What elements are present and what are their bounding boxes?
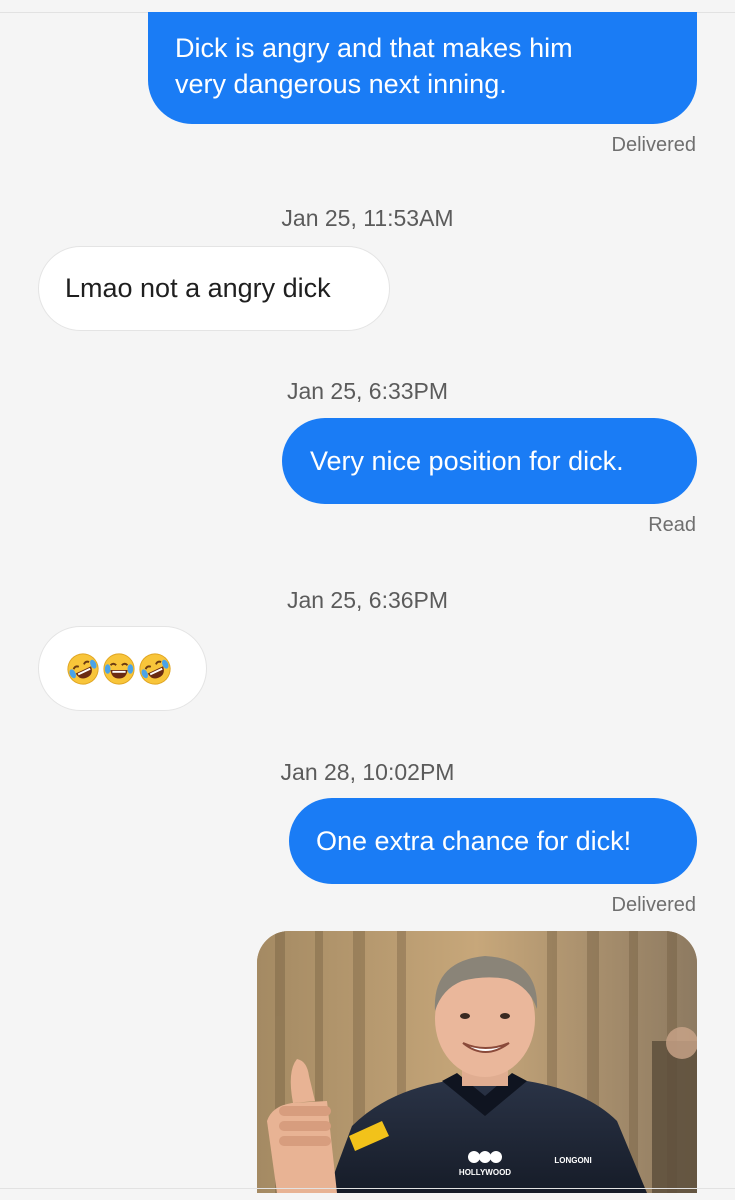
message-text-line: very dangerous next inning.: [175, 69, 507, 99]
message-timestamp: Jan 25, 6:33PM: [286, 378, 449, 404]
read-status: Read: [648, 514, 696, 536]
tears-of-joy-emoji: [103, 652, 135, 685]
rolling-on-floor-laughing-emoji: [139, 652, 171, 685]
delivery-status: Delivered: [611, 134, 696, 156]
outgoing-message-bubble[interactable]: Very nice position for dick.: [282, 418, 697, 504]
outgoing-message-bubble[interactable]: Dick is angry and that makes him very da…: [148, 12, 697, 124]
message-text-line: Dick is angry and that makes him: [175, 33, 573, 63]
message-timestamp: Jan 28, 10:02PM: [280, 759, 455, 785]
photo-message[interactable]: HOLLYWOOD LONGONI: [257, 931, 697, 1193]
message-timestamp: Jan 25, 6:36PM: [286, 587, 449, 613]
incoming-emoji-bubble[interactable]: [38, 626, 207, 711]
rolling-on-floor-laughing-emoji: [67, 652, 99, 685]
message-text: Very nice position for dick.: [310, 446, 624, 476]
shirt-logo-right: LONGONI: [554, 1156, 591, 1165]
message-timestamp: Jan 25, 11:53AM: [281, 205, 454, 231]
outgoing-message-bubble[interactable]: One extra chance for dick!: [289, 798, 697, 884]
message-text: Lmao not a angry dick: [65, 273, 331, 303]
photo-image: HOLLYWOOD LONGONI: [257, 931, 697, 1193]
emoji-row: [66, 627, 206, 710]
bottom-divider: [0, 1188, 735, 1189]
message-text: One extra chance for dick!: [316, 826, 632, 856]
delivery-status: Delivered: [611, 894, 696, 916]
incoming-message-bubble[interactable]: Lmao not a angry dick: [38, 246, 390, 331]
shirt-logo-left: HOLLYWOOD: [459, 1168, 511, 1177]
